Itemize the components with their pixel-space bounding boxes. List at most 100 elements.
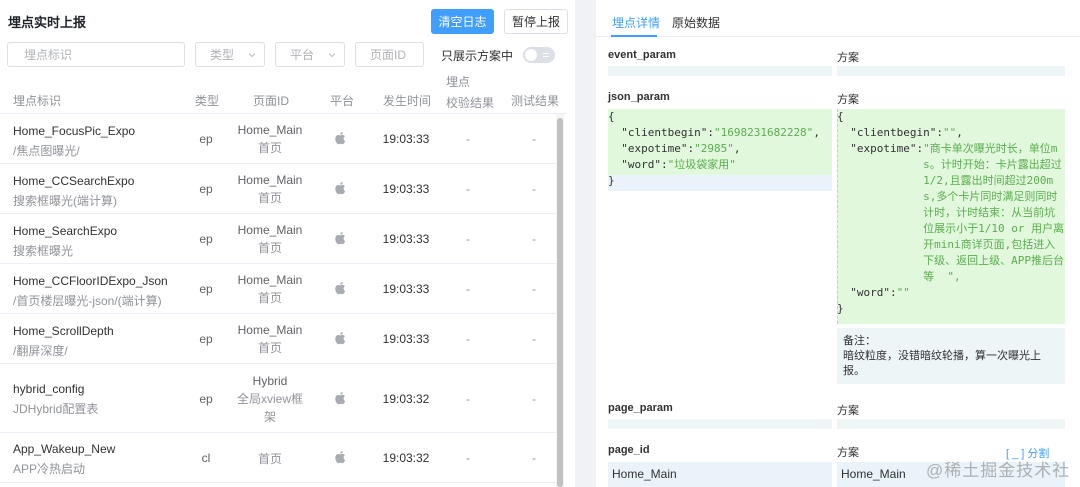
apple-icon: [334, 281, 348, 295]
row-test-result: -: [532, 282, 536, 296]
row-event-desc: 搜索框曝光(端计算): [13, 194, 117, 208]
column-header-page: 页面ID: [253, 94, 290, 108]
json-value-line: 等 ",: [923, 270, 961, 283]
row-type: cl: [201, 451, 211, 465]
row-page-id: Hybrid: [252, 374, 288, 388]
row-event-name: Home_SearchExpo: [13, 224, 118, 238]
row-event-name: Home_FocusPic_Expo: [13, 124, 136, 138]
row-page-name: 首页: [257, 241, 282, 255]
row-time: 19:03:32: [382, 392, 430, 406]
row-test-result: -: [532, 132, 536, 146]
row-page-name-cont: 架: [263, 410, 276, 424]
row-validate-result: -: [466, 392, 470, 406]
page-id-value: Home_Main: [608, 462, 832, 487]
row-event-desc: JDHybrid配置表: [13, 402, 99, 416]
event-param-value: [608, 66, 832, 76]
apple-icon: [334, 450, 348, 464]
row-page: Home_Main 首页: [230, 271, 310, 307]
json-key: "expotime": [850, 142, 917, 155]
table-row[interactable]: Home_ScrollDepth /翻屏深度/ ep Home_Main 首页 1…: [0, 314, 560, 364]
toggle-knob: [525, 49, 537, 61]
json-key: "word": [850, 286, 890, 299]
apple-icon: [334, 391, 348, 405]
row-time: 19:03:33: [382, 232, 430, 246]
json-value-line: 下级、返回上级、APP推后台: [923, 254, 1064, 267]
type-select[interactable]: 类型: [195, 42, 265, 67]
column-header-tag: 埋点标识: [13, 94, 62, 108]
table-row[interactable]: Home_FocusPic_Expo /焦点图曝光/ ep Home_Main 首…: [0, 114, 560, 164]
row-page: Home_Main 首页: [230, 321, 310, 357]
row-validate-result: -: [466, 232, 470, 246]
panel-title: 埋点实时上报: [8, 15, 87, 30]
json-key: "word": [621, 158, 661, 171]
scrollbar-thumb[interactable]: [557, 118, 563, 487]
row-page-id: Home_Main: [237, 323, 303, 337]
tag-search-input[interactable]: 埋点标识: [7, 42, 185, 67]
platform-select[interactable]: 平台: [275, 42, 345, 67]
row-validate-result: -: [466, 282, 470, 296]
json-value-line: 计时，计时结束：从当前坑: [923, 206, 1056, 219]
row-test-result: -: [532, 332, 536, 346]
json-value: "1698231682228": [713, 126, 814, 139]
event-param-scheme-label: 方案: [837, 52, 859, 64]
row-time: 19:03:33: [382, 132, 430, 146]
type-select-placeholder: 类型: [210, 48, 235, 62]
column-header-platform: 平台: [330, 94, 355, 108]
row-validate-result: -: [466, 182, 470, 196]
clear-log-button[interactable]: 清空日志: [431, 9, 494, 34]
tab-detail[interactable]: 埋点详情: [612, 14, 660, 31]
panel-divider: [575, 0, 596, 487]
row-event-name: hybrid_config: [13, 382, 85, 396]
row-event-desc: /首页楼层曝光-json/(端计算): [13, 294, 162, 308]
json-open-brace: {: [608, 110, 615, 123]
row-type: ep: [199, 182, 213, 196]
json-scheme-value: { "clientbegin":"", "expotime":"商卡单次曝光时长…: [837, 110, 1065, 315]
table-row[interactable]: Home_CCSearchExpo 搜索框曝光(端计算) ep Home_Mai…: [0, 164, 560, 214]
row-page-name: 首页: [257, 141, 282, 155]
row-page: Home_Main 首页: [230, 121, 310, 157]
row-validate-result: -: [466, 132, 470, 146]
row-page-id: Home_Main: [237, 123, 303, 137]
chevron-down-icon: [326, 49, 338, 61]
toggle-off-icon: [543, 53, 549, 57]
apple-icon: [334, 331, 348, 345]
row-event-desc: 搜索框曝光: [13, 244, 74, 258]
pause-report-button[interactable]: 暂停上报: [504, 9, 568, 34]
page-id-label: page_id: [608, 444, 650, 456]
column-header-validate-line1: 埋点: [446, 75, 471, 89]
row-event-desc: /翻屏深度/: [13, 344, 68, 358]
json-value-line: 位展示小于1/10 or 用户离: [923, 222, 1065, 235]
column-header-time: 发生时间: [383, 94, 432, 108]
row-test-result: -: [532, 392, 536, 406]
json-open-brace: {: [837, 110, 844, 123]
row-page-name: 全局xview框: [236, 392, 303, 406]
json-value: "2985": [694, 142, 734, 155]
column-header-validate-line2: 校验结果: [446, 96, 495, 110]
page-id-input[interactable]: 页面ID: [355, 42, 424, 67]
row-test-result: -: [532, 451, 536, 465]
table-row[interactable]: hybrid_config JDHybrid配置表 ep Hybrid 全局xvi…: [0, 364, 560, 433]
realtime-report-panel: 埋点实时上报 清空日志 暂停上报 埋点标识 类型 平台 页面ID 只展示方案中 …: [0, 0, 572, 487]
row-event-name: Home_ScrollDepth: [13, 324, 114, 338]
active-tab-indicator: [611, 35, 657, 37]
only-scheme-label: 只展示方案中: [441, 49, 514, 63]
row-event-name: Home_CCFloorIDExpo_Json: [13, 274, 168, 288]
table-row[interactable]: Home_SearchExpo 搜索框曝光 ep Home_Main 首页 19:…: [0, 214, 560, 264]
row-event-name: App_Wakeup_New: [13, 442, 116, 456]
apple-icon: [334, 181, 348, 195]
row-page: Home_Main 首页: [230, 221, 310, 257]
row-type: ep: [199, 332, 213, 346]
table-row[interactable]: Home_CCFloorIDExpo_Json /首页楼层曝光-json/(端计…: [0, 264, 560, 314]
row-type: ep: [199, 282, 213, 296]
table-row[interactable]: App_Wakeup_New APP冷热启动 cl 首页 19:03:32 - …: [0, 433, 560, 483]
page-param-label: page_param: [608, 402, 673, 414]
tab-raw-data[interactable]: 原始数据: [672, 14, 720, 31]
json-value-line: 1/2,且露出时间超过200m: [923, 174, 1054, 187]
tag-search-placeholder: 埋点标识: [24, 48, 73, 62]
watermark: @稀土掘金技术社区: [926, 461, 1071, 487]
row-time: 19:03:33: [382, 282, 430, 296]
row-validate-result: -: [466, 451, 470, 465]
only-scheme-toggle[interactable]: [523, 47, 555, 63]
row-page-name: 首页: [257, 291, 282, 305]
table-scrollbar[interactable]: [556, 114, 564, 487]
